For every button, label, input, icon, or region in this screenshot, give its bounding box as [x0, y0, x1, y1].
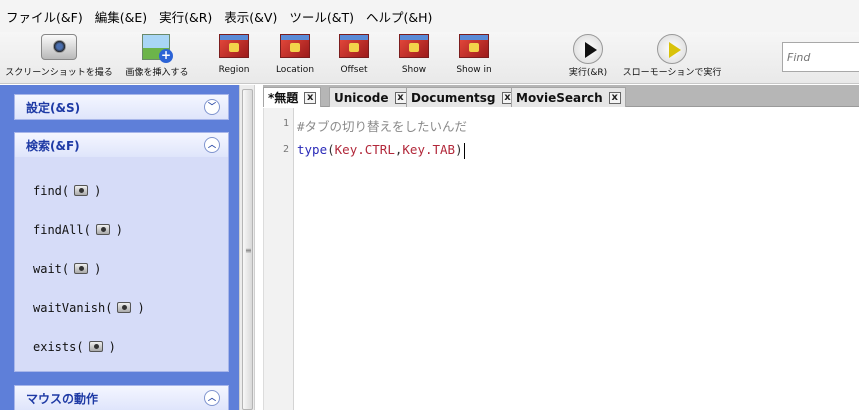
- function-token: type: [297, 142, 328, 157]
- command-list: find( ) findAll( ) wait( ) waitVanish( )…: [15, 157, 228, 366]
- tab-label: MovieSearch: [516, 90, 603, 105]
- offset-label: Offset: [340, 65, 368, 75]
- scrollbar-thumb[interactable]: ≡: [242, 89, 253, 410]
- tab-label: Unicode: [334, 90, 389, 105]
- command-exists[interactable]: exists( ): [15, 327, 228, 366]
- settings-section: 設定(&S) ﹀: [14, 94, 229, 120]
- close-paren: ): [137, 300, 145, 315]
- mouse-title: マウスの動作: [26, 391, 99, 406]
- code-line-type-call: type(Key.CTRL,Key.TAB): [297, 142, 465, 159]
- command-sidebar: 設定(&S) ﹀ 検索(&F) ︿ find( ) findAll( ) wai…: [0, 85, 239, 410]
- close-paren-token: ): [455, 142, 463, 157]
- command-name: wait(: [33, 261, 70, 276]
- settings-header[interactable]: 設定(&S) ﹀: [15, 95, 228, 119]
- close-icon[interactable]: x: [304, 91, 317, 104]
- close-icon[interactable]: x: [608, 91, 621, 104]
- toolbar: スクリーンショットを撮る 画像を挿入する Region Location Off…: [0, 32, 859, 84]
- argument-token: Key.TAB: [402, 142, 456, 157]
- show-label: Show: [401, 65, 427, 75]
- code-line-comment: #タブの切り替えをしたいんだ: [297, 119, 468, 134]
- insert-image-label: 画像を挿入する: [125, 68, 189, 78]
- argument-token: Key.CTRL: [334, 142, 395, 157]
- camera-icon: [74, 263, 89, 274]
- chevron-up-icon[interactable]: ︿: [204, 390, 220, 406]
- menu-file[interactable]: ファイル(&F): [6, 7, 83, 26]
- screen-region-icon: [219, 34, 249, 58]
- insert-image-icon: [142, 34, 173, 63]
- screen-location-icon: [280, 34, 310, 58]
- location-label: Location: [275, 65, 315, 75]
- menu-view[interactable]: 表示(&V): [224, 7, 277, 26]
- search-title: 検索(&F): [26, 138, 80, 153]
- search-section: 検索(&F) ︿ find( ) findAll( ) wait( ) wait…: [14, 132, 229, 372]
- code-editor[interactable]: 1 2 #タブの切り替えをしたいんだ type(Key.CTRL,Key.TAB…: [263, 108, 859, 410]
- settings-title: 設定(&S): [26, 100, 81, 115]
- tab-documentsg[interactable]: Documentsg x: [406, 87, 519, 107]
- command-findall[interactable]: findAll( ): [15, 210, 228, 249]
- menu-help[interactable]: ヘルプ(&H): [366, 7, 432, 26]
- find-input[interactable]: [782, 42, 859, 72]
- close-paren: ): [94, 261, 102, 276]
- slow-motion-run-button[interactable]: スローモーションで実行: [622, 34, 722, 82]
- tab-label: *無題: [268, 91, 299, 105]
- screen-show-in-icon: [459, 34, 489, 58]
- screen-show-icon: [399, 34, 429, 58]
- close-paren: ): [108, 339, 116, 354]
- show-button[interactable]: Show: [394, 34, 434, 82]
- show-in-button[interactable]: Show in: [452, 34, 496, 82]
- close-paren: ): [94, 183, 102, 198]
- line-number: 2: [282, 144, 289, 155]
- close-paren: ): [115, 222, 124, 237]
- close-icon[interactable]: x: [394, 91, 407, 104]
- camera-icon: [117, 302, 132, 313]
- camera-icon: [88, 341, 103, 352]
- offset-button[interactable]: Offset: [334, 34, 374, 82]
- command-find[interactable]: find( ): [15, 171, 228, 210]
- region-button[interactable]: Region: [214, 34, 254, 82]
- search-header[interactable]: 検索(&F) ︿: [15, 133, 228, 157]
- line-number-gutter: 1 2: [264, 108, 294, 410]
- chevron-down-icon[interactable]: ﹀: [204, 99, 220, 115]
- screenshot-button[interactable]: スクリーンショットを撮る: [5, 34, 113, 82]
- mouse-section: マウスの動作 ︿: [14, 385, 229, 410]
- screenshot-label: スクリーンショットを撮る: [5, 68, 113, 78]
- run-label: 実行(&R): [568, 68, 608, 78]
- command-wait[interactable]: wait( ): [15, 249, 228, 288]
- run-button[interactable]: 実行(&R): [562, 34, 614, 82]
- insert-image-button[interactable]: 画像を挿入する: [118, 34, 196, 82]
- camera-icon: [41, 34, 77, 60]
- command-name: waitVanish(: [33, 300, 113, 315]
- tab-bar: *無題 x Unicode x Documentsg x MovieSearch…: [263, 85, 859, 107]
- command-name: findAll(: [33, 222, 91, 237]
- chevron-up-icon[interactable]: ︿: [204, 137, 220, 153]
- slow-play-icon: [657, 34, 687, 64]
- menu-run[interactable]: 実行(&R): [159, 7, 212, 26]
- sidebar-splitter[interactable]: ≡: [239, 85, 255, 410]
- mouse-header[interactable]: マウスの動作 ︿: [15, 386, 228, 410]
- region-label: Region: [218, 65, 250, 75]
- tab-label: Documentsg: [411, 90, 496, 105]
- menu-bar: ファイル(&F) 編集(&E) 実行(&R) 表示(&V) ツール(&T) ヘル…: [0, 0, 859, 32]
- line-number: 1: [282, 118, 289, 129]
- command-name: exists(: [33, 339, 84, 354]
- tab-unicode[interactable]: Unicode x: [329, 87, 412, 107]
- play-icon: [573, 34, 603, 64]
- location-button[interactable]: Location: [272, 34, 318, 82]
- command-name: find(: [33, 183, 70, 198]
- menu-tools[interactable]: ツール(&T): [289, 7, 354, 26]
- tab-moviesearch[interactable]: MovieSearch x: [511, 87, 626, 107]
- text-caret: [463, 142, 465, 159]
- menu-edit[interactable]: 編集(&E): [95, 7, 147, 26]
- camera-icon: [74, 185, 89, 196]
- camera-icon: [95, 224, 110, 235]
- show-in-label: Show in: [456, 65, 492, 75]
- tab-untitled[interactable]: *無題 x: [263, 87, 322, 107]
- open-paren-token: (: [327, 142, 335, 157]
- command-waitvanish[interactable]: waitVanish( ): [15, 288, 228, 327]
- slow-motion-label: スローモーションで実行: [622, 68, 722, 78]
- screen-offset-icon: [339, 34, 369, 58]
- grip-icon: ≡: [245, 246, 252, 255]
